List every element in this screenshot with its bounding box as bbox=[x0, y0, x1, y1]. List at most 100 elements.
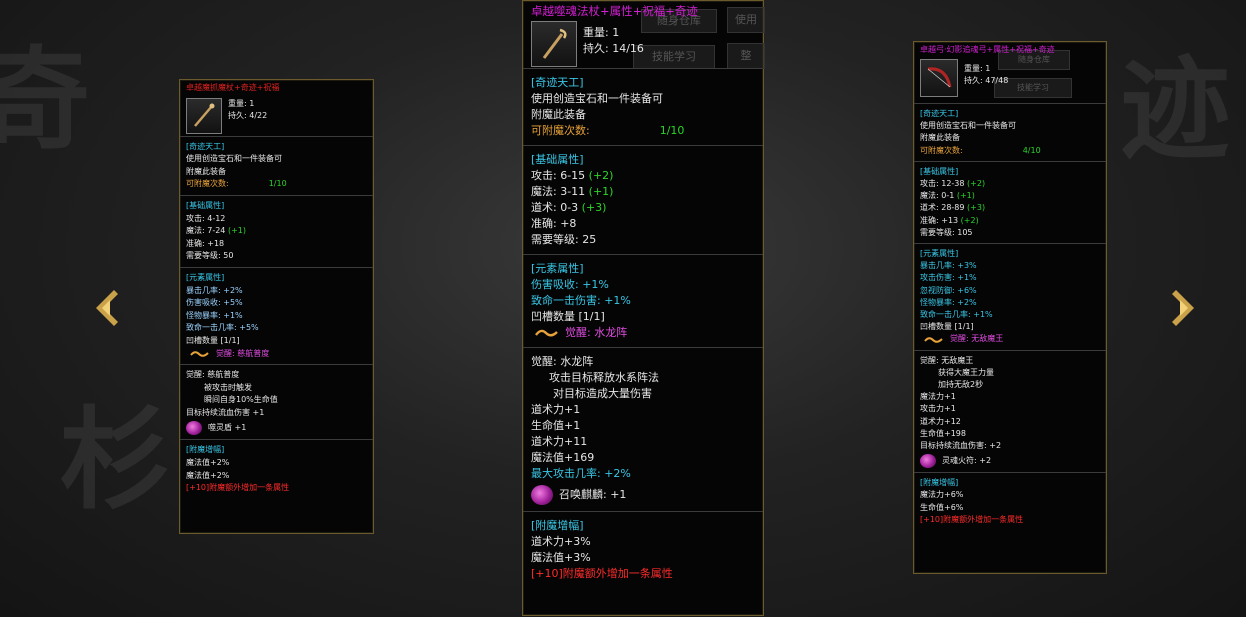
attack-bonus: (+2) bbox=[967, 179, 986, 189]
item-tooltip-center: 随身仓库 使用 技能学习 整 卓越噬魂法杖+属性+祝福+奇迹 重量: 1 持久:… bbox=[522, 0, 765, 616]
item-icon-slot[interactable] bbox=[186, 97, 222, 134]
element-header: [元素属性] bbox=[920, 249, 959, 259]
miracle-section: [奇迹天工] 使用创造宝石和一件装备可 附魔此装备 可附魔次数: 1/10 bbox=[180, 137, 373, 196]
enchant-note: [+10]附魔额外增加一条属性 bbox=[920, 514, 1024, 524]
gem-icon bbox=[186, 421, 202, 436]
durability-label: 持久: bbox=[964, 76, 983, 86]
slot-count: 凹槽数量 [1/1] bbox=[920, 322, 974, 332]
item-icon-slot[interactable] bbox=[531, 21, 577, 67]
awaken-line4: 攻击力+1 bbox=[920, 404, 956, 414]
durability-value: 47/48 bbox=[985, 76, 1009, 86]
element-stat-1: 伤害吸收: +1% bbox=[531, 278, 609, 291]
enchant-count-label: 可附魔次数: bbox=[920, 145, 963, 155]
gem-icon bbox=[920, 454, 936, 469]
awaken-line5: 道术力+12 bbox=[920, 416, 961, 426]
enchant-line2: 魔法值+3% bbox=[531, 551, 591, 564]
awaken-line3: 道术力+1 bbox=[531, 403, 581, 416]
enchant-header: [附魔增幅] bbox=[531, 519, 584, 532]
accuracy-stat: 准确: +18 bbox=[186, 238, 225, 248]
base-section: [基础属性] 攻击: 6-15 (+2) 魔法: 3-11 (+1) 道术: 0… bbox=[523, 146, 763, 255]
enchant-note: [+10]附魔额外增加一条属性 bbox=[186, 483, 290, 493]
miracle-section: [奇迹天工] 使用创造宝石和一件装备可 附魔此装备 可附魔次数: 1/10 bbox=[523, 69, 763, 146]
tao-bonus: (+3) bbox=[967, 203, 986, 213]
miracle-section: [奇迹天工] 使用创造宝石和一件装备可 附魔此装备 可附魔次数: 4/10 bbox=[914, 104, 1106, 162]
awaken-dragon-icon bbox=[535, 329, 558, 337]
next-arrow-button[interactable] bbox=[1168, 288, 1198, 328]
magic-bonus: (+1) bbox=[588, 185, 614, 198]
enchant-count-label: 可附魔次数: bbox=[531, 124, 590, 137]
attack-stat: 攻击: 12-38 bbox=[920, 179, 965, 189]
enchant-note: [+10]附魔额外增加一条属性 bbox=[531, 567, 673, 580]
miracle-line1: 使用创造宝石和一件装备可 bbox=[186, 154, 282, 164]
chevron-right-icon bbox=[1172, 290, 1194, 326]
awaken-detail-section: 觉醒: 慈航普度 被攻击时触发 瞬间自身10%生命值 目标持续流血伤害 +1 噬… bbox=[180, 365, 373, 441]
element-stat-4: 怪物暴率: +2% bbox=[920, 297, 977, 307]
staff-icon bbox=[542, 28, 567, 59]
slot-count: 凹槽数量 [1/1] bbox=[186, 335, 240, 345]
item-header: 卓越弓·幻影追魂弓+属性+祝福+奇迹 重量: 1 持久: 47/48 bbox=[914, 42, 1106, 104]
enchant-line2: 魔法值+2% bbox=[186, 470, 230, 480]
enchant-section: [附魔增幅] 魔法值+2% 魔法值+2% [+10]附魔额外增加一条属性 bbox=[180, 440, 373, 498]
gem-icon bbox=[531, 485, 553, 505]
element-section: [元素属性] 暴击几率: +2% 伤害吸收: +5% 怪物暴率: +1% 致命一… bbox=[180, 268, 373, 366]
weight-label: 重量: bbox=[964, 64, 983, 74]
miracle-line1: 使用创造宝石和一件装备可 bbox=[920, 121, 1016, 131]
element-stat-3: 忽视防御: +6% bbox=[920, 285, 977, 295]
enchant-count-label: 可附魔次数: bbox=[186, 179, 229, 189]
magic-bonus: (+1) bbox=[956, 191, 975, 201]
element-stat-1: 暴击几率: +3% bbox=[920, 261, 977, 271]
durability-value: 14/16 bbox=[612, 42, 644, 55]
miracle-line2: 附魔此装备 bbox=[531, 108, 586, 121]
element-header: [元素属性] bbox=[531, 262, 584, 275]
enchant-line1: 道术力+3% bbox=[531, 535, 591, 548]
awaken-line1: 攻击目标释放水系阵法 bbox=[549, 371, 659, 384]
gem-text: 召唤麒麟: +1 bbox=[559, 488, 627, 501]
element-stat-1: 暴击几率: +2% bbox=[186, 285, 243, 295]
item-header: 卓越魔抓魔杖+奇迹+祝福 重量: 1 持久: 4/22 bbox=[180, 80, 373, 137]
element-section: [元素属性] 伤害吸收: +1% 致命一击伤害: +1% 凹槽数量 [1/1] … bbox=[523, 255, 763, 348]
prev-arrow-button[interactable] bbox=[92, 288, 122, 328]
attack-stat: 攻击: 4-12 bbox=[186, 213, 226, 223]
enchant-line1: 魔法力+6% bbox=[920, 490, 964, 500]
accuracy-bonus: (+2) bbox=[960, 215, 979, 225]
enchant-section: [附魔增幅] 魔法力+6% 生命值+6% [+10]附魔额外增加一条属性 bbox=[914, 473, 1106, 530]
awaken-line2: 加持无敌2秒 bbox=[938, 380, 984, 390]
staff-icon bbox=[194, 103, 215, 127]
background-logo-bottom: 杉 bbox=[60, 395, 170, 524]
background-logo-left: 奇 bbox=[0, 35, 90, 164]
awaken-line2: 对目标造成大量伤害 bbox=[553, 387, 652, 400]
background-logo-right: 迹 bbox=[1120, 45, 1230, 174]
miracle-line1: 使用创造宝石和一件装备可 bbox=[531, 92, 663, 105]
element-stat-2: 伤害吸收: +5% bbox=[186, 298, 243, 308]
bow-icon bbox=[927, 67, 952, 88]
item-title: 卓越噬魂法杖+属性+祝福+奇迹 bbox=[531, 4, 698, 18]
enchant-section: [附魔增幅] 道术力+3% 魔法值+3% [+10]附魔额外增加一条属性 bbox=[523, 512, 763, 588]
awaken-label: 觉醒: 无敌魔王 bbox=[950, 334, 1004, 344]
awaken-name: 觉醒: 无敌魔王 bbox=[920, 355, 974, 365]
weight-label: 重量: bbox=[583, 26, 609, 39]
tao-stat: 道术: 0-3 bbox=[531, 201, 579, 214]
awaken-detail-section: 觉醒: 水龙阵 攻击目标释放水系阵法 对目标造成大量伤害 道术力+1 生命值+1… bbox=[523, 348, 763, 512]
awaken-line6: 魔法值+169 bbox=[531, 451, 595, 464]
awaken-line3: 魔法力+1 bbox=[920, 392, 956, 402]
element-stat-3: 怪物暴率: +1% bbox=[186, 310, 243, 320]
awaken-line1: 获得大魔王力量 bbox=[938, 367, 994, 377]
base-header: [基础属性] bbox=[531, 153, 584, 166]
awaken-dragon-icon bbox=[190, 351, 209, 357]
awaken-line7: 最大攻击几率: +2% bbox=[531, 467, 631, 480]
attack-bonus: (+2) bbox=[588, 169, 614, 182]
durability-label: 持久: bbox=[583, 42, 609, 55]
item-header: 卓越噬魂法杖+属性+祝福+奇迹 重量: 1 持久: 14/16 bbox=[523, 1, 763, 69]
tao-stat: 道术: 28-89 bbox=[920, 203, 965, 213]
magic-stat: 魔法: 0-1 bbox=[920, 191, 955, 201]
base-section: [基础属性] 攻击: 12-38 (+2) 魔法: 0-1 (+1) 道术: 2… bbox=[914, 162, 1106, 245]
chevron-left-icon bbox=[96, 290, 118, 326]
weight-value: 1 bbox=[249, 98, 255, 108]
tao-bonus: (+3) bbox=[581, 201, 607, 214]
magic-stat: 魔法: 3-11 bbox=[531, 185, 586, 198]
slot-count: 凹槽数量 [1/1] bbox=[531, 310, 605, 323]
item-tooltip-left: 卓越魔抓魔杖+奇迹+祝福 重量: 1 持久: 4/22 [奇迹天工] 使用创造宝… bbox=[179, 79, 374, 534]
item-icon-slot[interactable] bbox=[920, 59, 958, 98]
miracle-line2: 附魔此装备 bbox=[186, 166, 226, 176]
element-stat-4: 致命一击几率: +5% bbox=[186, 323, 259, 333]
